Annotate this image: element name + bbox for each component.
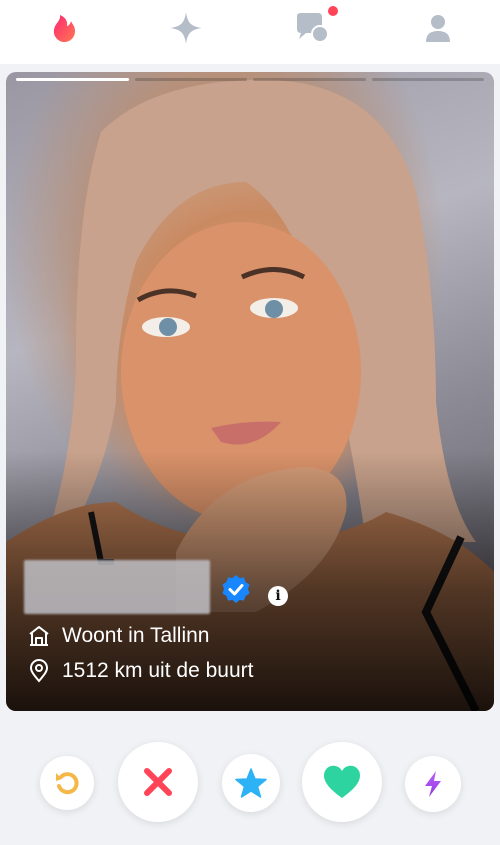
super-like-button[interactable] (222, 754, 280, 812)
heart-icon (323, 765, 361, 798)
photo-indicator-1[interactable] (16, 78, 129, 81)
action-bar (0, 738, 500, 828)
home-icon (29, 626, 49, 646)
location-row: Woont in Tallinn (28, 624, 209, 648)
nav-tab-discover[interactable] (46, 10, 82, 46)
boost-button[interactable] (405, 756, 461, 812)
location-pin-icon (29, 659, 49, 683)
flame-icon (53, 15, 75, 42)
rewind-icon (56, 772, 79, 795)
distance-row: 1512 km uit de buurt (28, 659, 253, 683)
nav-tab-messages[interactable] (294, 10, 330, 46)
nope-button[interactable] (118, 742, 198, 822)
profile-icon (426, 15, 450, 42)
photo-pager (16, 78, 484, 82)
profile-info-button[interactable]: i (268, 586, 288, 606)
info-icon: i (275, 588, 281, 604)
redacted-name-age (24, 560, 210, 614)
location-text: Woont in Tallinn (62, 624, 210, 647)
nav-tab-explore[interactable] (168, 10, 204, 46)
nav-tab-profile[interactable] (420, 10, 456, 46)
chat-icon (297, 13, 329, 43)
lightning-icon (425, 771, 441, 797)
like-button[interactable] (302, 742, 382, 822)
new-message-badge (328, 6, 338, 16)
photo-indicator-2[interactable] (134, 78, 247, 81)
x-icon (144, 768, 172, 796)
photo-indicator-3[interactable] (253, 78, 366, 81)
verified-badge-icon (222, 575, 250, 603)
rewind-button[interactable] (40, 756, 94, 810)
top-navigation (0, 0, 500, 64)
distance-text: 1512 km uit de buurt (62, 659, 254, 682)
profile-card[interactable]: i Woont in Tallinn 1512 km uit de buurt (6, 72, 494, 711)
star-icon (235, 768, 267, 798)
sparkle-icon (170, 12, 202, 44)
photo-indicator-4[interactable] (371, 78, 484, 81)
